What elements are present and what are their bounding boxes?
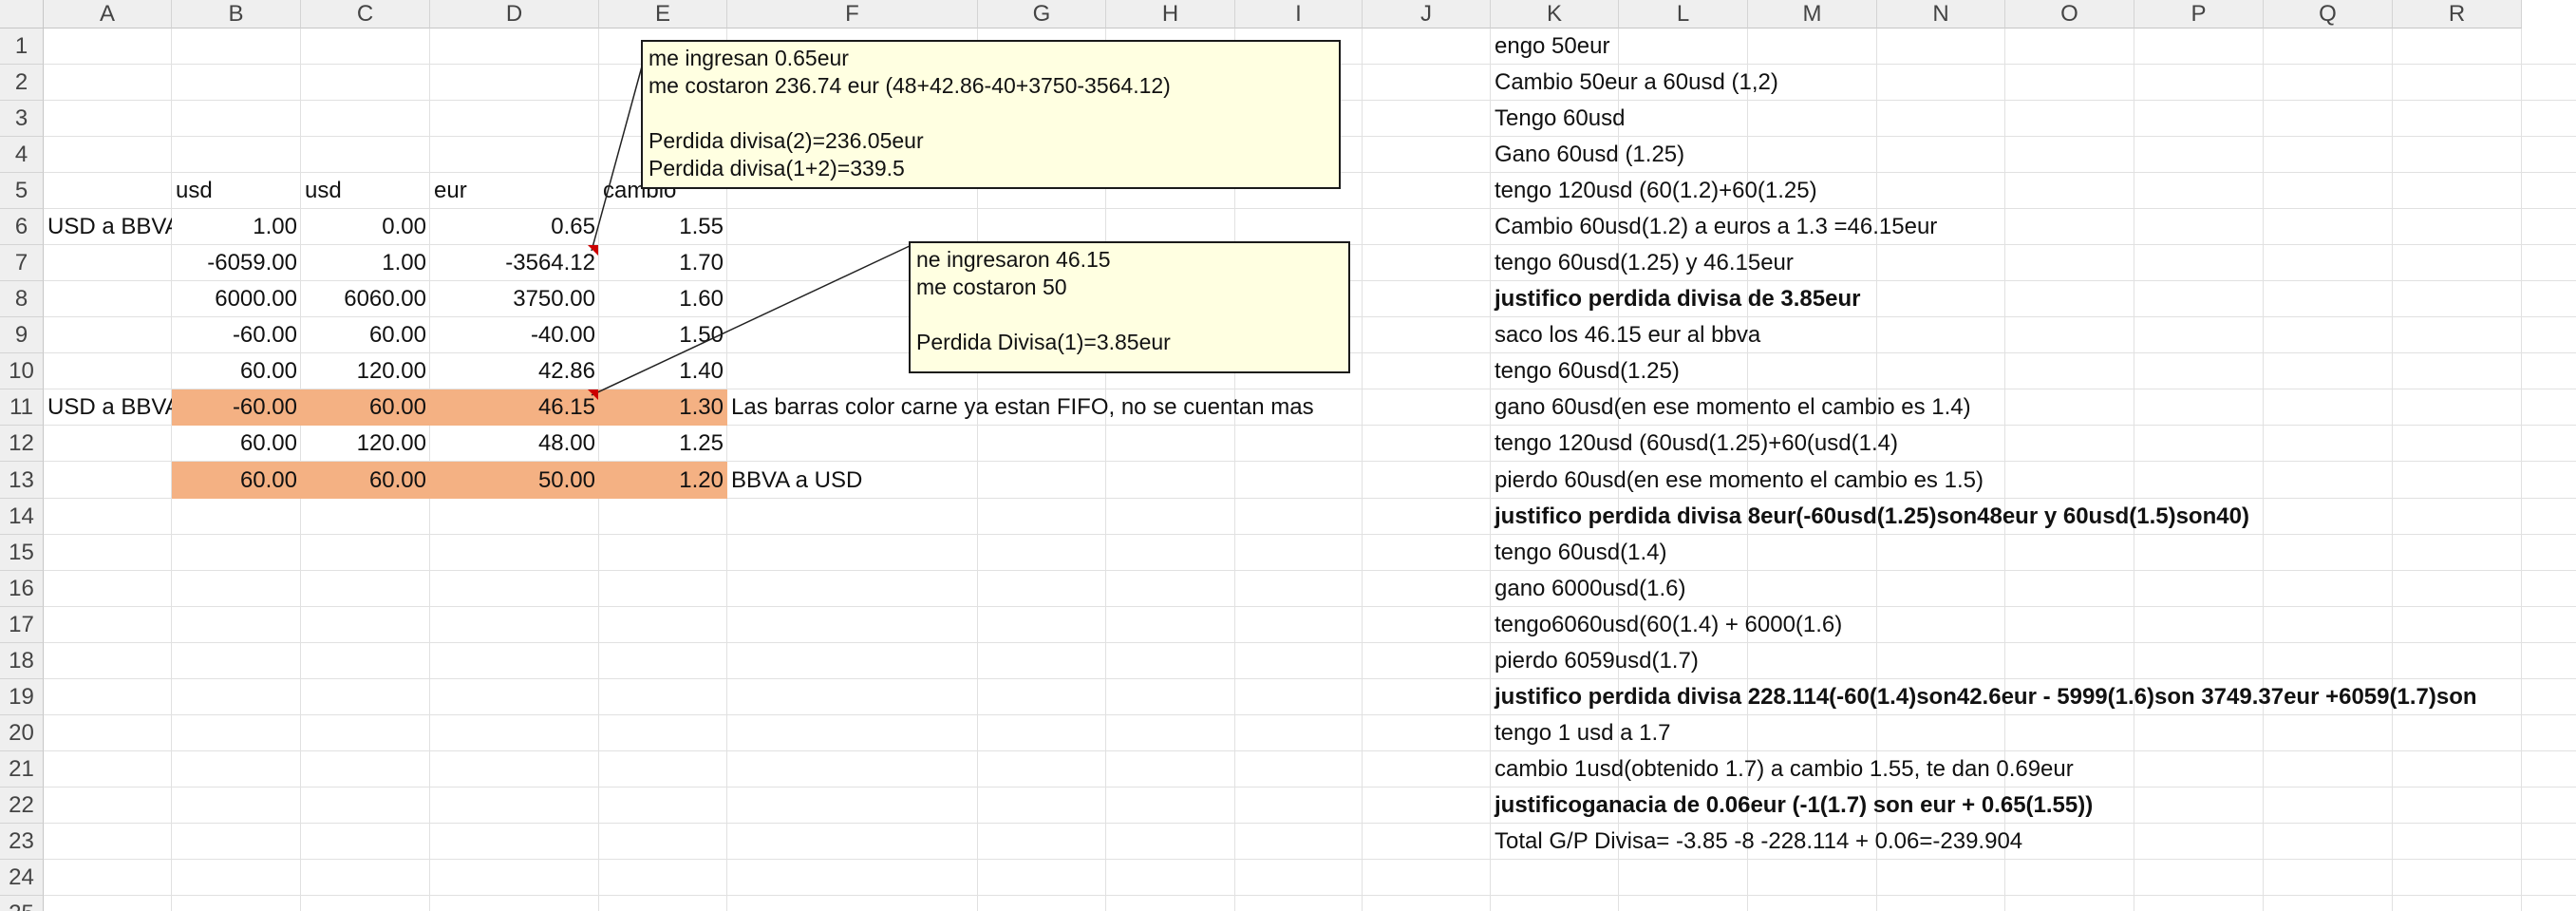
comment-line: me costaron 236.74 eur (48+42.86-40+3750… — [649, 73, 1171, 98]
comment-box-d11[interactable]: ne ingresaron 46.15 me costaron 50 Perdida… — [909, 241, 1350, 373]
comment-line — [649, 100, 1333, 127]
comment-box-d7[interactable]: me ingresan 0.65eur me costaron 236.74 eu… — [641, 40, 1341, 189]
comment-line: Perdida Divisa(1)=3.85eur — [916, 330, 1171, 354]
comment-line: Perdida divisa(1+2)=339.5 — [649, 156, 905, 180]
spreadsheet-grid[interactable]: ABCDEFGHIJKLMNOPQR 1 2 3 4 5 6 7 8 9 10 11 12 13 14 15… — [0, 0, 2576, 911]
comment-connector — [591, 244, 912, 396]
comment-line: me ingresan 0.65eur — [649, 46, 849, 70]
comment-line: Perdida divisa(2)=236.05eur — [649, 128, 924, 153]
comment-indicator-icon[interactable] — [588, 389, 598, 400]
comment-indicator-icon[interactable] — [588, 245, 598, 256]
comment-line — [916, 301, 1343, 329]
comment-line: ne ingresaron 46.15 — [916, 247, 1111, 272]
comment-line: me costaron 50 — [916, 275, 1067, 299]
comment-connector — [591, 45, 649, 252]
